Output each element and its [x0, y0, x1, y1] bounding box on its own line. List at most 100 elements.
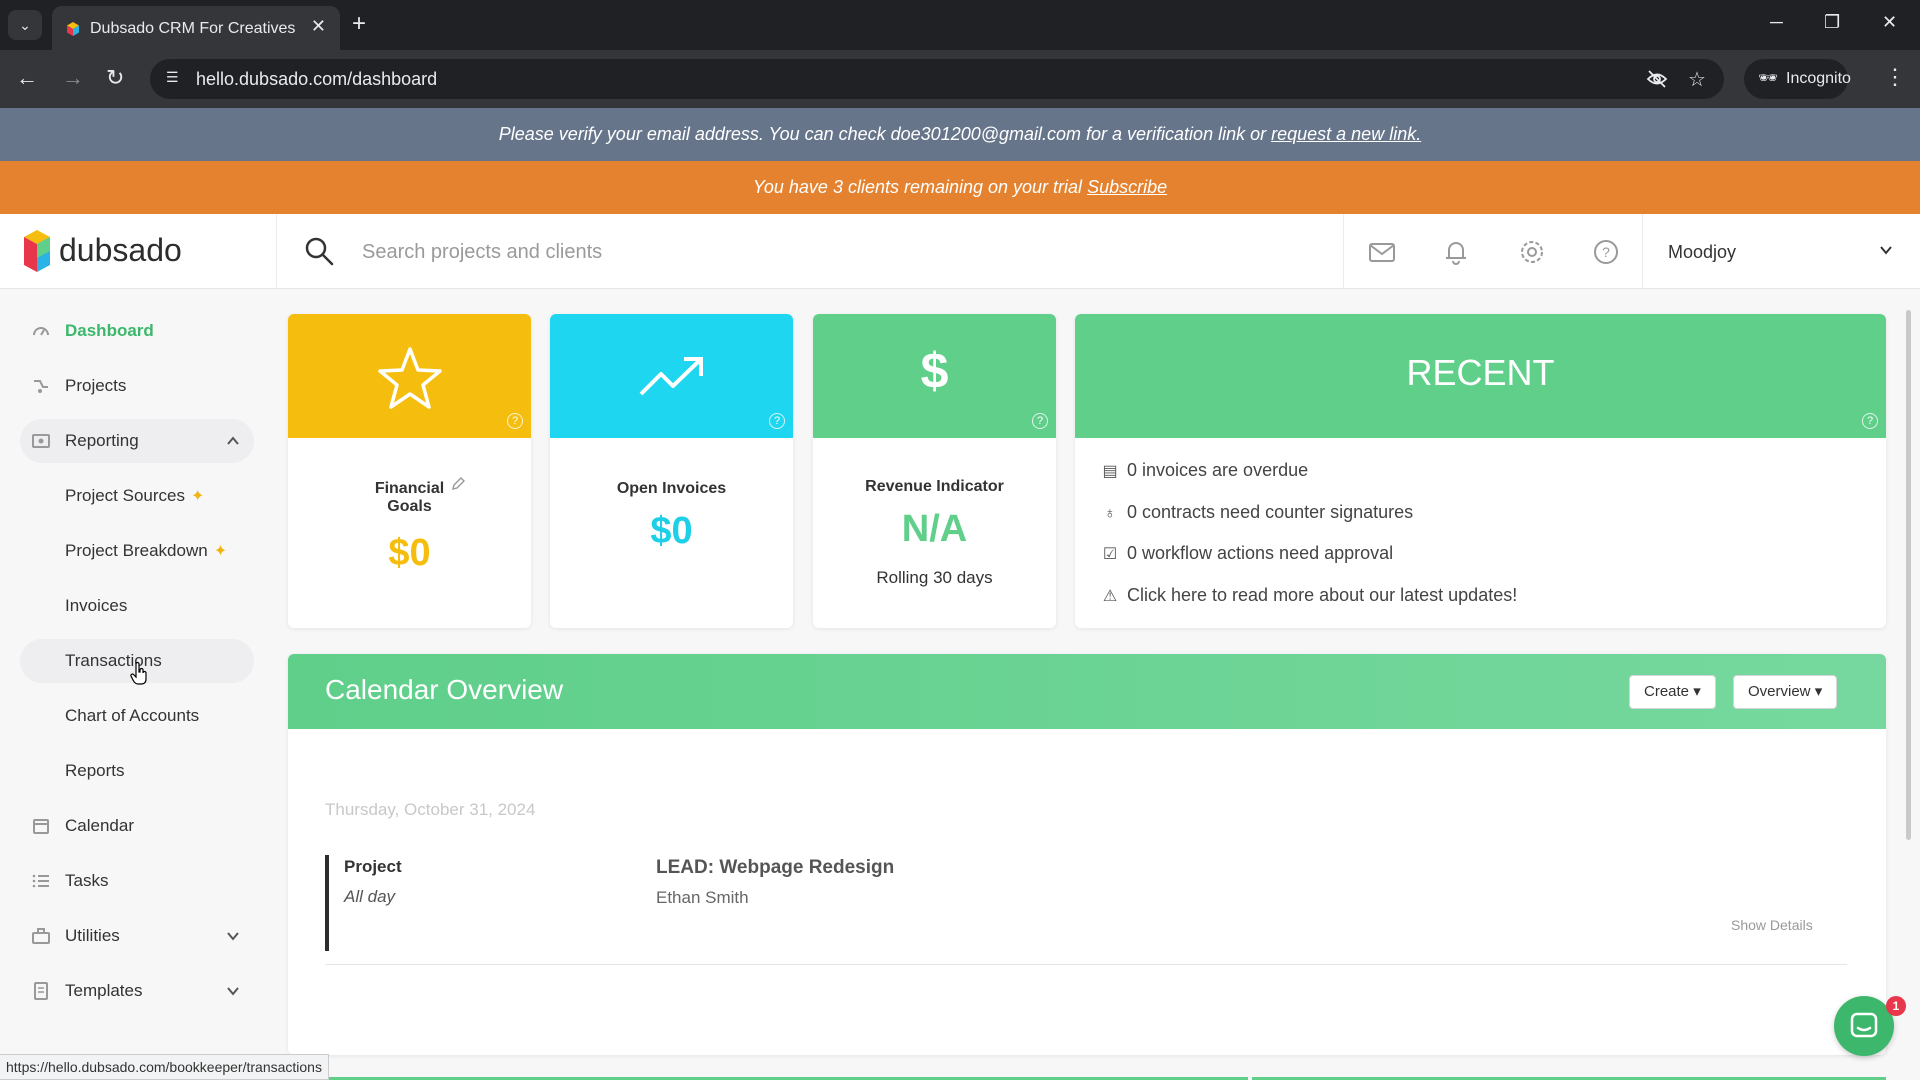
- trend-up-icon: [639, 357, 703, 396]
- card-header: RECENT ?: [1075, 314, 1886, 438]
- reload-icon[interactable]: ↻: [106, 64, 124, 92]
- financial-goals-label-line2: Goals: [387, 498, 432, 515]
- recent-item-contracts[interactable]: ♁ 0 contracts need counter signatures: [1101, 502, 1413, 523]
- eye-off-icon[interactable]: [1646, 69, 1668, 89]
- tab-close-icon[interactable]: ✕: [311, 16, 326, 37]
- caret-down-icon: ▾: [1814, 683, 1823, 700]
- minimize-icon[interactable]: ─: [1770, 12, 1783, 33]
- calendar-event[interactable]: Project All day LEAD: Webpage Redesign E…: [325, 855, 1847, 965]
- forward-icon[interactable]: →: [62, 64, 84, 92]
- sidebar-item-invoices[interactable]: Invoices: [20, 584, 254, 628]
- browser-menu-icon[interactable]: ⋮: [1884, 64, 1906, 90]
- incognito-indicator[interactable]: 🕶 Incognito: [1744, 59, 1851, 99]
- restore-icon[interactable]: ❐: [1824, 12, 1840, 33]
- user-menu-name[interactable]: Moodjoy: [1668, 242, 1736, 263]
- back-icon[interactable]: ←: [16, 64, 38, 92]
- recent-item-updates[interactable]: ⚠ Click here to read more about our lates…: [1101, 585, 1517, 606]
- dubsado-logo-icon[interactable]: [22, 228, 52, 274]
- svg-text:?: ?: [1602, 244, 1610, 260]
- logo-text[interactable]: dubsado: [59, 232, 182, 269]
- url-text[interactable]: hello.dubsado.com/dashboard: [196, 69, 437, 90]
- browser-tab[interactable]: Dubsado CRM For Creatives ✕: [52, 6, 340, 50]
- recent-item-workflow[interactable]: ☑ 0 workflow actions need approval: [1101, 543, 1393, 564]
- bookmark-star-icon[interactable]: ☆: [1688, 67, 1706, 92]
- financial-goals-label-line1: Financial: [374, 480, 445, 497]
- help-icon[interactable]: ?: [1862, 413, 1878, 429]
- open-invoices-value: $0: [650, 510, 693, 552]
- sidebar-item-label: Utilities: [65, 926, 120, 945]
- help-icon[interactable]: ?: [769, 413, 785, 429]
- app-header: dubsado ? Moodjoy: [0, 214, 1920, 289]
- event-type: Project: [344, 857, 402, 876]
- open-invoices-label: Open Invoices: [616, 480, 727, 497]
- help-icon[interactable]: ?: [507, 413, 523, 429]
- revenue-indicator-card[interactable]: $ ? Revenue Indicator N/A Rolling 30 day…: [813, 314, 1056, 628]
- chevron-down-icon[interactable]: [1878, 242, 1894, 258]
- new-tab-button[interactable]: +: [352, 12, 366, 36]
- recent-item-invoices[interactable]: ▤ 0 invoices are overdue: [1101, 460, 1308, 481]
- show-details-link[interactable]: Show Details: [1731, 917, 1813, 933]
- chevron-down-icon[interactable]: [226, 929, 240, 943]
- mail-icon[interactable]: [1368, 238, 1396, 266]
- sidebar-item-dashboard[interactable]: Dashboard: [20, 309, 254, 353]
- event-client[interactable]: Ethan Smith: [656, 888, 749, 908]
- calendar-overview: Calendar Overview Create ▾ Overview ▾ Th…: [288, 654, 1886, 1055]
- sidebar-item-label: Projects: [65, 376, 127, 395]
- edit-pencil-icon[interactable]: [450, 476, 466, 492]
- chat-icon: [1850, 1012, 1878, 1038]
- financial-goals-card[interactable]: ? Financial Goals $0: [288, 314, 531, 628]
- page-scrollbar[interactable]: [1904, 290, 1914, 1055]
- event-name[interactable]: LEAD: Webpage Redesign: [656, 857, 894, 879]
- settings-gear-icon[interactable]: [1518, 238, 1546, 266]
- sidebar-item-calendar[interactable]: Calendar: [20, 804, 254, 848]
- incognito-label: Incognito: [1786, 70, 1851, 87]
- dubsado-favicon-icon: [67, 22, 79, 36]
- scrollbar-thumb[interactable]: [1906, 310, 1911, 840]
- recent-card: RECENT ? ▤ 0 invoices are overdue ♁ 0 cont…: [1075, 314, 1886, 628]
- chevron-down-icon[interactable]: [226, 984, 240, 998]
- tab-search-button[interactable]: ⌄: [8, 10, 42, 40]
- search-input[interactable]: [362, 234, 1262, 270]
- browser-tabbar: ⌄ Dubsado CRM For Creatives ✕ + ─ ❐ ✕: [0, 0, 1920, 50]
- dollar-icon: $: [920, 343, 949, 399]
- search-icon[interactable]: [304, 236, 334, 266]
- address-bar[interactable]: ☰ hello.dubsado.com/dashboard ☆: [150, 59, 1724, 99]
- window-close-icon[interactable]: ✕: [1882, 12, 1897, 33]
- sidebar-item-reporting[interactable]: Reporting: [20, 419, 254, 463]
- recent-title: RECENT: [1406, 352, 1555, 393]
- sidebar-item-label: Calendar: [65, 816, 134, 835]
- sidebar-item-reports[interactable]: Reports: [20, 749, 254, 793]
- sidebar-item-utilities[interactable]: Utilities: [20, 914, 254, 958]
- utilities-icon: [32, 928, 50, 944]
- sidebar-item-label: Project Sources ✦: [65, 474, 204, 519]
- notification-bell-icon[interactable]: [1442, 238, 1470, 266]
- request-new-link[interactable]: request a new link.: [1271, 124, 1421, 144]
- tasks-icon: [32, 874, 49, 888]
- chevron-up-icon[interactable]: [226, 434, 240, 448]
- sidebar-item-projects[interactable]: Projects: [20, 364, 254, 408]
- sidebar-item-project-breakdown[interactable]: Project Breakdown ✦: [20, 529, 254, 573]
- card-header: $ ?: [813, 314, 1056, 438]
- create-dropdown-button[interactable]: Create ▾: [1629, 675, 1716, 709]
- contract-icon: ♁: [1104, 505, 1116, 522]
- trial-banner: You have 3 clients remaining on your tri…: [0, 161, 1920, 214]
- sidebar-item-tasks[interactable]: Tasks: [20, 859, 254, 903]
- open-invoices-card[interactable]: ? Open Invoices $0: [550, 314, 793, 628]
- financial-goals-label: Financial Goals: [288, 480, 531, 516]
- chat-launcher-button[interactable]: [1834, 996, 1894, 1056]
- calendar-title: Calendar Overview: [325, 674, 564, 705]
- sidebar-item-chart-of-accounts[interactable]: Chart of Accounts: [20, 694, 254, 738]
- star-icon: [378, 347, 442, 409]
- help-icon[interactable]: ?: [1592, 238, 1620, 266]
- overview-label: Overview: [1748, 683, 1811, 700]
- warning-icon: ⚠: [1102, 588, 1118, 605]
- recent-item-text: Click here to read more about our latest…: [1127, 585, 1518, 605]
- event-time: All day: [344, 887, 396, 906]
- sidebar-item-project-sources[interactable]: Project Sources ✦: [20, 474, 254, 518]
- site-info-icon[interactable]: ☰: [166, 69, 186, 89]
- overview-dropdown-button[interactable]: Overview ▾: [1733, 675, 1838, 709]
- sidebar-item-templates[interactable]: Templates: [20, 969, 254, 1013]
- sidebar-item-label: Reports: [65, 761, 125, 780]
- subscribe-link[interactable]: Subscribe: [1087, 177, 1167, 197]
- help-icon[interactable]: ?: [1032, 413, 1048, 429]
